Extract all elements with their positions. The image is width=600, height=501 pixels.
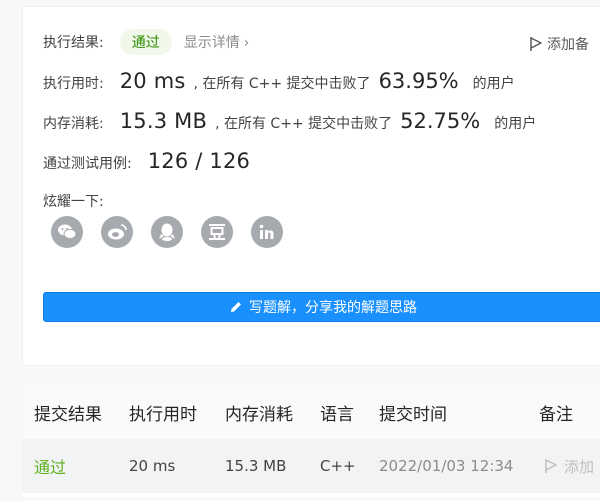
runtime-value: 20 ms (119, 69, 186, 93)
douban-icon[interactable] (201, 216, 233, 248)
show-detail-text: 显示详情 (183, 35, 240, 51)
result-label: 执行结果: (43, 35, 104, 51)
runtime-percent: 63.95% (378, 69, 459, 93)
row-language: C++ (320, 457, 356, 475)
submissions-table: 提交结果 执行用时 内存消耗 语言 提交时间 备注 通过 20 ms 15.3 … (22, 385, 600, 497)
tests-value: 126 / 126 (147, 149, 251, 173)
linkedin-icon[interactable] (251, 216, 283, 248)
wechat-icon[interactable] (51, 216, 83, 248)
row-result-link[interactable]: 通过 (34, 439, 66, 493)
chevron-right-icon: › (243, 35, 250, 51)
show-detail-link[interactable]: 显示详情 › (184, 32, 250, 52)
runtime-row: 执行用时: 20 ms , 在所有 C++ 提交中击败了 63.95% 的用户 (43, 69, 515, 93)
qq-icon[interactable] (151, 216, 183, 248)
row-add-note-label: 添加 (564, 457, 595, 476)
tests-label: 通过测试用例: (43, 156, 132, 172)
header-language: 语言 (320, 404, 354, 425)
header-runtime: 执行用时 (129, 404, 197, 425)
row-add-note-button[interactable]: 添加 (544, 439, 594, 493)
header-note: 备注 (539, 404, 573, 425)
result-card: 执行结果: 通过 显示详情 › 添加备 执行用时: 20 ms , 在所有 C++… (22, 6, 600, 366)
header-result: 提交结果 (34, 404, 102, 425)
status-badge: 通过 (119, 29, 172, 55)
write-solution-label: 写题解，分享我的解题思路 (249, 300, 417, 316)
memory-value: 15.3 MB (119, 109, 208, 133)
header-memory: 内存消耗 (225, 404, 293, 425)
flag-icon (530, 37, 542, 51)
runtime-beat-text: , 在所有 C++ 提交中击败了 (193, 76, 371, 92)
memory-percent: 52.75% (400, 109, 481, 133)
write-solution-button[interactable]: 写题解，分享我的解题思路 (43, 292, 600, 322)
runtime-suffix: 的用户 (472, 76, 515, 92)
table-row[interactable]: 通过 20 ms 15.3 MB C++ 2022/01/03 12:34 添加 (22, 439, 600, 493)
memory-row: 内存消耗: 15.3 MB , 在所有 C++ 提交中击败了 52.75% 的用… (43, 109, 536, 133)
row-memory: 15.3 MB (225, 457, 287, 475)
header-submit-time: 提交时间 (379, 404, 447, 425)
flag-icon (545, 459, 557, 473)
share-label: 炫耀一下: (43, 194, 104, 210)
row-runtime: 20 ms (129, 457, 176, 475)
row-submit-time: 2022/01/03 12:34 (379, 457, 514, 475)
add-note-button[interactable]: 添加备 (529, 34, 589, 54)
weibo-icon[interactable] (101, 216, 133, 248)
result-row: 执行结果: 通过 显示详情 › (43, 29, 249, 55)
add-note-label: 添加备 (547, 37, 589, 53)
tests-row: 通过测试用例: 126 / 126 (43, 149, 250, 173)
memory-beat-text: , 在所有 C++ 提交中击败了 (215, 116, 393, 132)
table-header: 提交结果 执行用时 内存消耗 语言 提交时间 备注 (22, 385, 600, 439)
memory-label: 内存消耗: (43, 116, 104, 132)
pencil-icon (231, 302, 241, 312)
share-icons (51, 216, 283, 248)
memory-suffix: 的用户 (494, 116, 537, 132)
runtime-label: 执行用时: (43, 76, 104, 92)
